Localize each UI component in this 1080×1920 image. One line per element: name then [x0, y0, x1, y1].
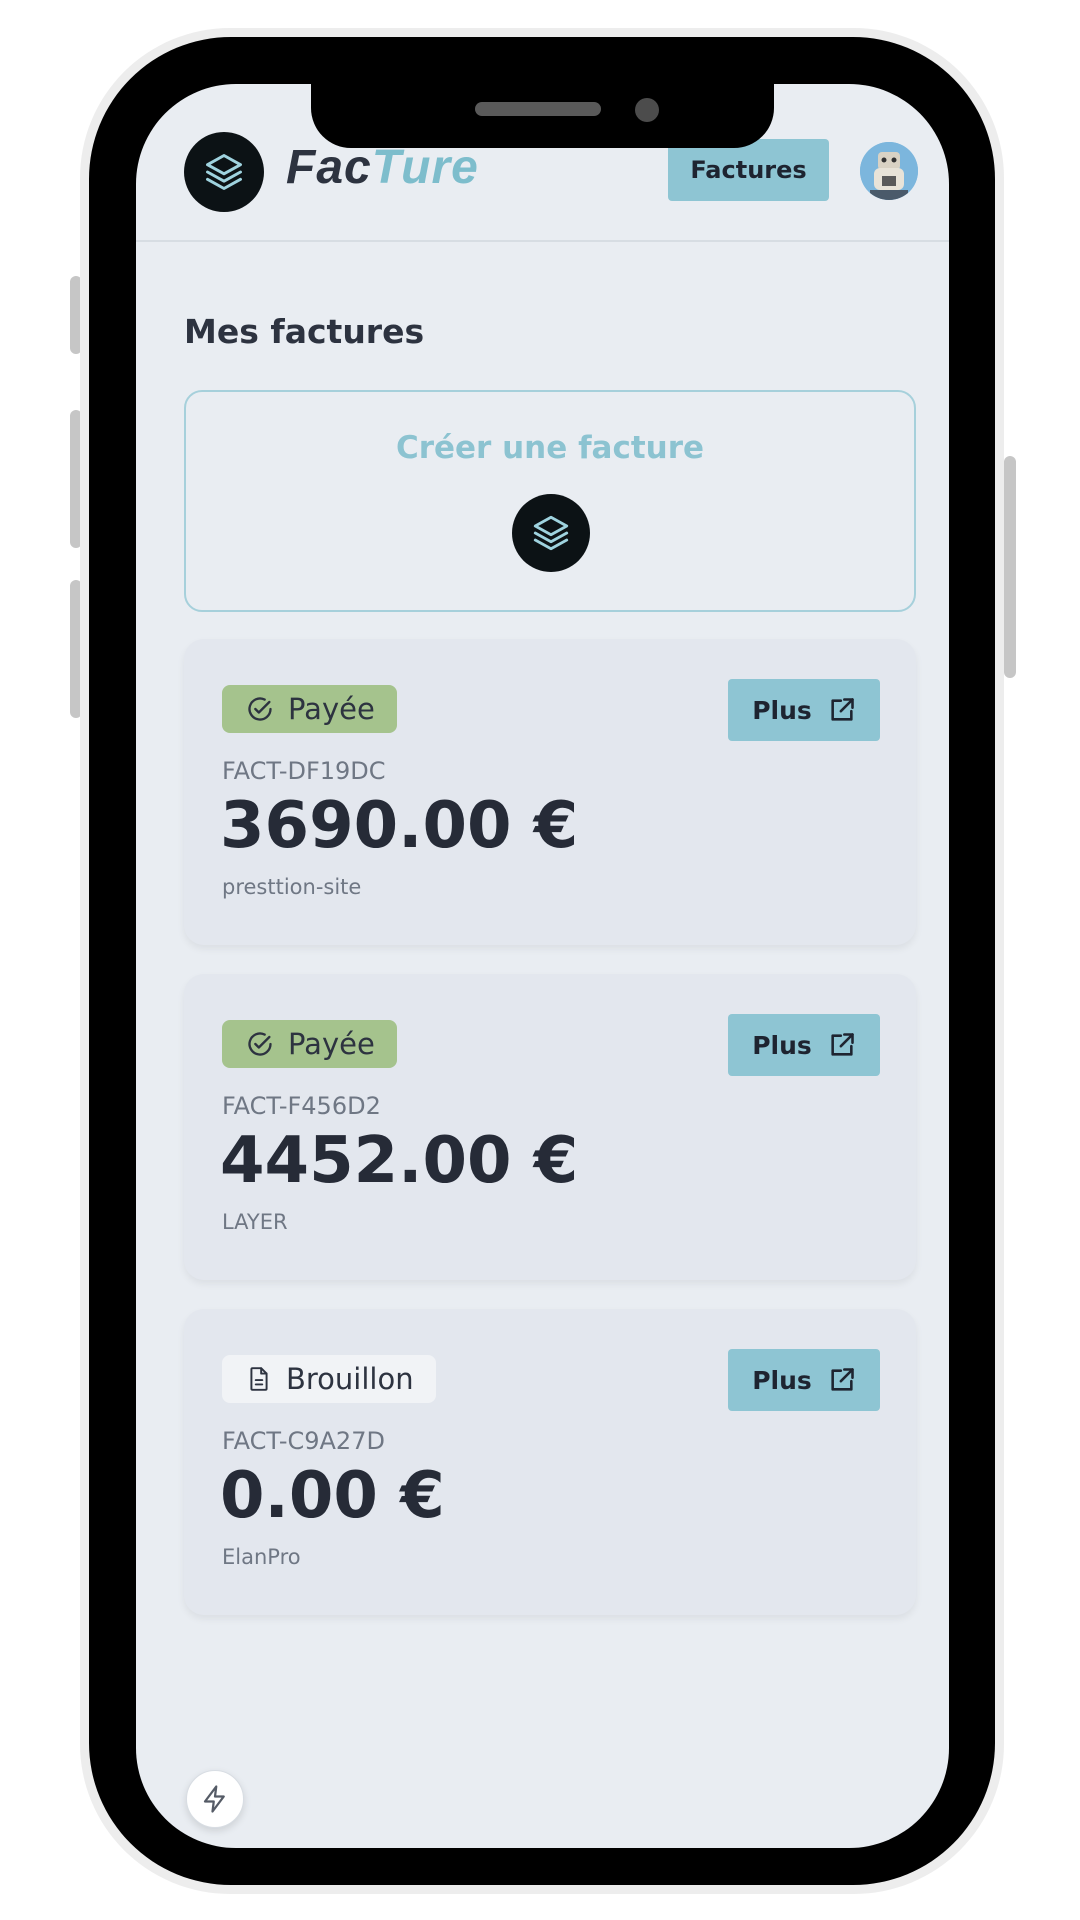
create-invoice-icon-wrap[interactable] [512, 494, 590, 572]
invoice-reference: FACT-F456D2 [222, 1092, 381, 1120]
invoice-amount: 4452.00 € [220, 1124, 579, 1198]
status-badge: Payée [222, 1020, 397, 1068]
status-badge: Brouillon [222, 1355, 436, 1403]
logo[interactable] [184, 132, 264, 212]
status-label: Brouillon [286, 1362, 414, 1396]
layers-icon [533, 515, 569, 551]
plus-button[interactable]: Plus [728, 1014, 880, 1076]
user-avatar[interactable] [860, 142, 918, 200]
document-icon [250, 1367, 268, 1391]
flash-button[interactable] [186, 1770, 244, 1828]
external-link-icon [831, 1033, 854, 1056]
invoice-client: presttion-site [222, 875, 362, 899]
plus-button[interactable]: Plus [728, 1349, 880, 1411]
invoice-client: ElanPro [222, 1545, 301, 1569]
plus-button-label: Plus [752, 1365, 812, 1395]
check-circle-icon [248, 697, 272, 721]
brand-name[interactable]: FacTure [286, 140, 479, 195]
phone-frame: FacTure Factures Mes factures Créer une … [0, 0, 1080, 1920]
plus-button-label: Plus [752, 695, 812, 725]
status-label: Payée [288, 1027, 375, 1061]
layers-icon [206, 154, 242, 190]
create-invoice-card[interactable]: Créer une facture [184, 390, 916, 612]
invoice-reference: FACT-DF19DC [222, 757, 386, 785]
app-screen: FacTure Factures Mes factures Créer une … [136, 84, 949, 1848]
brand-name-part2: Ture [371, 141, 479, 194]
external-link-icon [831, 1368, 854, 1391]
front-camera [635, 98, 659, 122]
factures-nav-button[interactable]: Factures [668, 139, 829, 201]
page-title: Mes factures [184, 312, 425, 351]
phone-notch [311, 84, 774, 148]
invoice-amount: 0.00 € [220, 1459, 445, 1533]
plus-button-label: Plus [752, 1030, 812, 1060]
invoice-card: Payée Plus FACT-F456D2 4452.00 € LAYER [184, 974, 916, 1280]
brand-name-part1: Fac [286, 141, 372, 194]
lightning-icon [203, 1785, 225, 1813]
status-badge: Payée [222, 685, 397, 733]
invoice-card: Payée Plus FACT-DF19DC 3690.00 € prestti… [184, 639, 916, 945]
check-circle-icon [248, 1032, 272, 1056]
external-link-icon [831, 698, 854, 721]
invoice-amount: 3690.00 € [220, 789, 579, 863]
power-button [1004, 456, 1016, 678]
plus-button[interactable]: Plus [728, 679, 880, 741]
invoice-reference: FACT-C9A27D [222, 1427, 385, 1455]
create-invoice-label: Créer une facture [395, 430, 705, 466]
status-label: Payée [288, 692, 375, 726]
avatar-image [860, 142, 918, 200]
invoice-card: Brouillon Plus FACT-C9A27D 0.00 € ElanPr… [184, 1309, 916, 1615]
speaker-grille [475, 102, 601, 116]
invoice-client: LAYER [222, 1210, 288, 1234]
